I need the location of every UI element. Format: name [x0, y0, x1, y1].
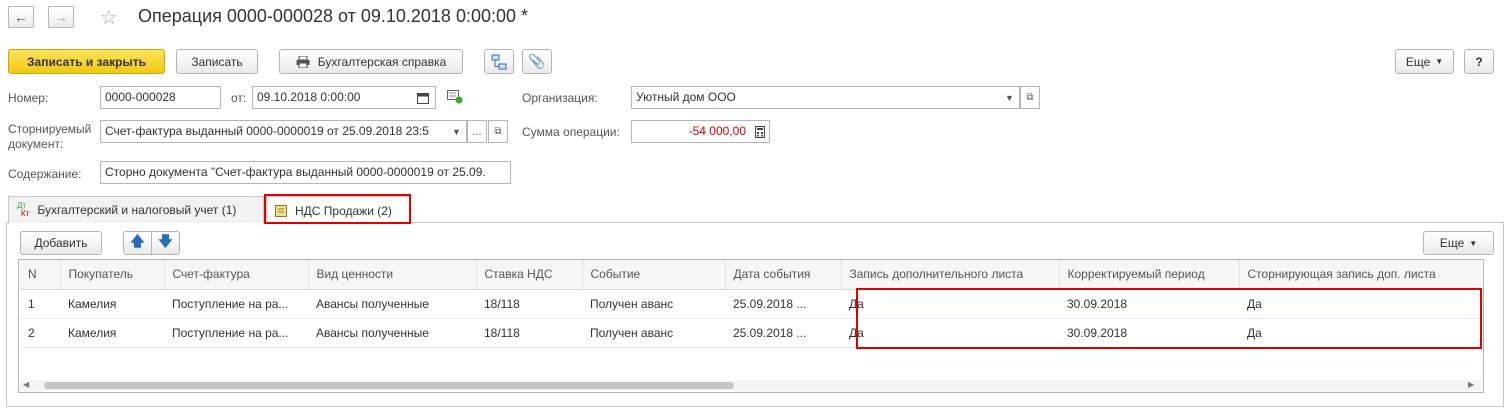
hierarchy-icon [491, 54, 507, 69]
cell-storno-record[interactable]: Да [1239, 318, 1481, 348]
cell-corrected-period[interactable]: 30.09.2018 [1059, 289, 1239, 319]
organization-label: Организация: [522, 91, 598, 105]
document-icon [275, 204, 287, 217]
dropdown-arrow-icon: ▼ [452, 126, 461, 137]
printer-icon [296, 55, 310, 68]
table-more-button[interactable]: Еще ▼ [1423, 231, 1494, 255]
content-label: Содержание: [8, 167, 82, 181]
open-icon: ⧉ [1026, 92, 1034, 103]
cell-event-date[interactable]: 25.09.2018 ... [725, 289, 841, 319]
cell-buyer[interactable]: Камелия [60, 289, 164, 319]
date-label: от: [231, 91, 247, 105]
cell-vat-rate[interactable]: 18/118 [476, 289, 582, 319]
add-button[interactable]: Добавить [20, 231, 102, 255]
organization-open-button[interactable]: ⧉ [1020, 86, 1040, 109]
table-header-row: N Покупатель Счет-фактура Вид ценности С… [20, 260, 1481, 290]
arrow-right-icon: → [54, 9, 68, 25]
attach-button[interactable]: 📎 [522, 49, 552, 74]
organization-dropdown-button[interactable]: ▼ [1000, 86, 1020, 109]
help-button[interactable]: ? [1464, 49, 1494, 74]
back-button[interactable]: ← [8, 6, 34, 28]
storno-doc-dropdown-button[interactable]: ▼ [447, 120, 467, 143]
move-down-button[interactable]: 🡇 [151, 231, 180, 255]
structure-button[interactable] [484, 49, 514, 74]
dropdown-arrow-icon: ▼ [1005, 92, 1014, 103]
date-field[interactable]: 09.10.2018 0:00:00 [252, 86, 411, 109]
cell-invoice[interactable]: Поступление на ра... [164, 318, 308, 348]
column-header-invoice[interactable]: Счет-фактура [164, 260, 309, 290]
column-header-additional-sheet[interactable]: Запись дополнительного листа [841, 260, 1060, 290]
column-header-value-type[interactable]: Вид ценности [308, 260, 477, 290]
sum-field[interactable]: -54 000,00 [631, 120, 751, 143]
tab-vat-sales-label: НДС Продажи (2) [295, 203, 392, 218]
column-header-event[interactable]: Событие [582, 260, 726, 290]
cell-corrected-period[interactable]: 30.09.2018 [1059, 318, 1239, 348]
cell-event-date[interactable]: 25.09.2018 ... [725, 318, 841, 348]
organization-field[interactable]: Уютный дом ООО [631, 86, 1001, 109]
forward-button[interactable]: → [48, 6, 74, 28]
cell-n[interactable]: 1 [20, 289, 60, 319]
save-and-close-button[interactable]: Записать и закрыть [8, 49, 165, 74]
dt-kt-icon: Дт Кт [17, 201, 30, 218]
column-header-buyer[interactable]: Покупатель [60, 260, 165, 290]
calendar-button[interactable] [410, 86, 436, 109]
more-label: Еще [1405, 54, 1431, 69]
tab-vat-sales[interactable]: НДС Продажи (2) [266, 196, 410, 224]
calculator-button[interactable] [750, 120, 770, 143]
scroll-right-icon[interactable]: ▶ [1468, 380, 1474, 389]
paperclip-icon: 📎 [528, 53, 546, 69]
page-title: Операция 0000-000028 от 09.10.2018 0:00:… [138, 6, 529, 26]
open-icon: ⧉ [494, 126, 502, 137]
move-up-button[interactable]: 🡅 [123, 231, 152, 255]
column-header-storno-record[interactable]: Сторнирующая запись доп. листа [1239, 260, 1481, 290]
cell-event[interactable]: Получен аванс [582, 318, 725, 348]
arrow-down-icon: 🡇 [158, 233, 173, 249]
status-icon[interactable] [447, 90, 463, 107]
tab-accounting[interactable]: Дт Кт Бухгалтерский и налоговый учет (1) [8, 196, 264, 223]
cell-additional-sheet[interactable]: Да [841, 318, 1059, 348]
storno-doc-open-button[interactable]: ⧉ [488, 120, 508, 143]
arrow-left-icon: ← [14, 9, 28, 25]
content-field[interactable]: Сторно документа "Счет-фактура выданный … [100, 161, 511, 184]
cell-buyer[interactable]: Камелия [60, 318, 164, 348]
cell-storno-record[interactable]: Да [1239, 289, 1481, 319]
scrollbar-thumb[interactable] [44, 382, 734, 389]
storno-doc-field[interactable]: Счет-фактура выданный 0000-0000019 от 25… [100, 120, 448, 143]
arrow-up-icon: 🡅 [130, 233, 145, 249]
accounting-report-button[interactable]: Бухгалтерская справка [279, 49, 463, 74]
cell-event[interactable]: Получен аванс [582, 289, 725, 319]
table-row[interactable]: 2 Камелия Поступление на ра... Авансы по… [20, 318, 1481, 348]
cell-invoice[interactable]: Поступление на ра... [164, 289, 308, 319]
star-icon[interactable]: ☆ [100, 5, 118, 30]
tab-accounting-label: Бухгалтерский и налоговый учет (1) [37, 203, 237, 217]
storno-doc-select-button[interactable]: ... [467, 120, 487, 143]
scroll-left-icon[interactable]: ◀ [23, 380, 29, 389]
sum-label: Сумма операции: [522, 125, 620, 139]
accounting-report-label: Бухгалтерская справка [317, 54, 447, 69]
vat-sales-grid: N Покупатель Счет-фактура Вид ценности С… [20, 260, 1481, 348]
more-button[interactable]: Еще ▼ [1395, 49, 1454, 74]
number-field[interactable]: 0000-000028 [100, 86, 221, 109]
dropdown-arrow-icon: ▼ [1435, 57, 1444, 66]
column-header-event-date[interactable]: Дата события [725, 260, 842, 290]
cell-value-type[interactable]: Авансы полученные [308, 318, 476, 348]
number-label: Номер: [8, 91, 49, 105]
table-row[interactable]: 1 Камелия Поступление на ра... Авансы по… [20, 289, 1481, 319]
storno-doc-label-1: Сторнируемый [8, 122, 92, 136]
table-more-label: Еще [1439, 236, 1465, 250]
cell-additional-sheet[interactable]: Да [841, 289, 1059, 319]
column-header-corrected-period[interactable]: Корректируемый период [1059, 260, 1240, 290]
column-header-n[interactable]: N [20, 260, 61, 290]
calculator-icon [754, 125, 765, 138]
save-button[interactable]: Записать [176, 49, 258, 74]
calendar-icon [416, 92, 429, 104]
column-header-vat-rate[interactable]: Ставка НДС [476, 260, 583, 290]
cell-value-type[interactable]: Авансы полученные [308, 289, 476, 319]
ellipsis-icon: ... [472, 125, 482, 138]
storno-doc-label-2: документ: [8, 137, 64, 151]
dropdown-arrow-icon: ▼ [1469, 238, 1478, 248]
cell-n[interactable]: 2 [20, 318, 60, 348]
cell-vat-rate[interactable]: 18/118 [476, 318, 582, 348]
